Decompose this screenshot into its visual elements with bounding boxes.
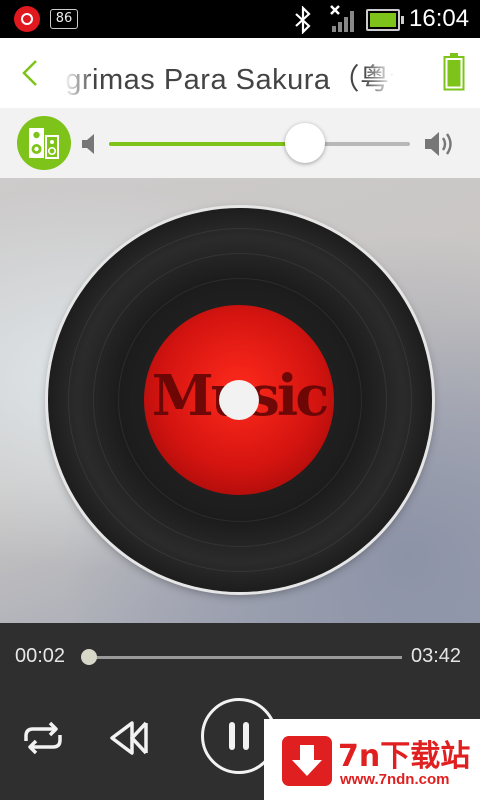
seek-bar-thumb[interactable] <box>81 649 98 665</box>
beats-notification-icon <box>14 6 40 32</box>
bluetooth-icon <box>295 6 311 34</box>
album-art: Music <box>0 178 480 623</box>
volume-high-icon <box>425 132 452 156</box>
header: Lágrimas Para Sakura（粤语版） <box>0 38 480 109</box>
sound-output-button[interactable] <box>17 116 71 170</box>
repeat-button[interactable] <box>20 719 66 757</box>
signal-icon <box>330 5 354 32</box>
status-bar: 86 16:04 <box>0 0 480 38</box>
previous-button[interactable] <box>106 717 152 759</box>
vinyl-record: Music <box>48 208 432 592</box>
repeat-icon <box>24 721 62 755</box>
watermark: 7n下载站 www.7ndn.com <box>264 719 480 800</box>
title-fade-right <box>364 38 394 108</box>
notification-count-badge: 86 <box>50 9 78 29</box>
status-time: 16:04 <box>409 5 470 32</box>
speaker-box-icon <box>29 128 59 159</box>
song-title: Lágrimas Para Sakura（粤语版） <box>64 64 394 96</box>
record-center-hole <box>219 380 259 420</box>
total-time: 03:42 <box>411 645 462 667</box>
volume-row <box>0 108 480 178</box>
elapsed-time: 00:02 <box>15 645 66 667</box>
back-button[interactable] <box>14 54 48 92</box>
battery-icon <box>443 53 465 91</box>
progress-row: 00:02 03:42 <box>0 623 480 691</box>
previous-icon <box>110 721 148 755</box>
watermark-name: 7n下载站 <box>338 739 471 774</box>
seek-bar[interactable] <box>81 649 402 665</box>
volume-low-icon <box>82 134 94 154</box>
song-title-marquee: Lágrimas Para Sakura（粤语版） <box>64 38 394 108</box>
volume-slider[interactable] <box>109 123 410 163</box>
battery-status-icon <box>366 9 404 31</box>
download-arrow-icon <box>282 736 332 786</box>
title-fade-left <box>64 38 94 108</box>
watermark-url: www.7ndn.com <box>340 771 450 788</box>
volume-slider-fill <box>109 142 305 146</box>
volume-slider-thumb[interactable] <box>284 123 325 163</box>
chevron-left-icon <box>22 60 37 86</box>
